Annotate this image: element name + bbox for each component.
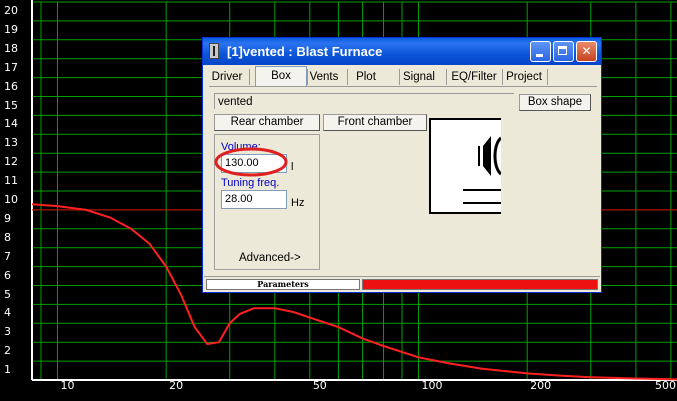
tab-project[interactable]: Project	[504, 68, 544, 86]
x-tick-label: 500	[655, 379, 676, 392]
x-tick-label: 200	[530, 379, 552, 392]
advanced-button[interactable]: Advanced->	[239, 252, 301, 264]
y-tick-label: 18	[4, 41, 18, 55]
x-tick-label: 20	[169, 379, 184, 392]
box-window[interactable]: [1]vented : Blast Furnace ✕ Driver Box V…	[202, 37, 602, 293]
minimize-button[interactable]	[530, 41, 551, 62]
maximize-button[interactable]	[553, 41, 574, 62]
y-tick-label: 14	[4, 117, 18, 131]
y-tick-label: 11	[4, 174, 18, 188]
y-tick-label: 1	[4, 363, 11, 377]
y-tick-label: 3	[4, 325, 11, 339]
y-tick-label: 16	[4, 79, 18, 93]
y-tick-label: 12	[4, 155, 18, 169]
box-shape-button[interactable]: Box shape	[519, 94, 591, 111]
box-name-field[interactable]: vented	[214, 93, 514, 109]
status-progress-bar	[362, 279, 598, 290]
tuning-freq-input[interactable]: 28.00	[221, 190, 287, 209]
y-tick-label: 7	[4, 249, 11, 263]
tab-driver[interactable]: Driver	[209, 68, 245, 86]
app-icon[interactable]	[209, 43, 219, 59]
tuning-freq-unit: Hz	[291, 197, 305, 209]
tab-signal[interactable]: Signal	[402, 68, 436, 86]
tab-plot[interactable]: Plot	[351, 68, 381, 86]
volume-label: Volume:	[221, 141, 261, 153]
tab-eq-filter[interactable]: EQ/Filter	[449, 68, 499, 86]
status-bar: Parameters	[204, 276, 600, 292]
window-title: [1]vented : Blast Furnace	[227, 44, 383, 59]
chamber-parameters-panel: Volume: 130.00 l Tuning freq. 28.00 Hz	[214, 134, 320, 270]
tab-vents[interactable]: Vents	[307, 68, 341, 86]
y-tick-label: 19	[4, 22, 18, 36]
front-chamber-button[interactable]: Front chamber	[323, 114, 427, 131]
x-tick-label: 100	[421, 379, 443, 392]
rear-chamber-button[interactable]: Rear chamber	[214, 114, 320, 131]
y-tick-label: 9	[4, 211, 11, 225]
title-bar[interactable]: [1]vented : Blast Furnace ✕	[203, 38, 601, 65]
x-tick-label: 10	[60, 379, 75, 392]
tuning-freq-label: Tuning freq.	[221, 177, 280, 189]
volume-unit: l	[291, 161, 294, 173]
y-tick-label: 4	[4, 306, 11, 320]
tab-box[interactable]: Box	[255, 66, 307, 87]
status-parameters: Parameters	[206, 279, 360, 290]
y-tick-label: 10	[4, 193, 18, 206]
x-tick-label: 50	[312, 379, 327, 392]
y-tick-label: 8	[4, 230, 11, 244]
y-tick-label: 2	[4, 344, 11, 358]
y-tick-label: 17	[4, 60, 18, 74]
y-tick-label: 5	[4, 287, 11, 301]
volume-input[interactable]: 130.00	[221, 154, 287, 173]
y-tick-label: 15	[4, 98, 18, 112]
y-tick-label: 13	[4, 136, 18, 150]
speaker-driver-icon	[463, 136, 501, 204]
y-tick-label: 20	[4, 4, 18, 17]
close-button[interactable]: ✕	[576, 41, 597, 62]
y-tick-label: 6	[4, 268, 11, 282]
box-diagram	[429, 118, 501, 214]
